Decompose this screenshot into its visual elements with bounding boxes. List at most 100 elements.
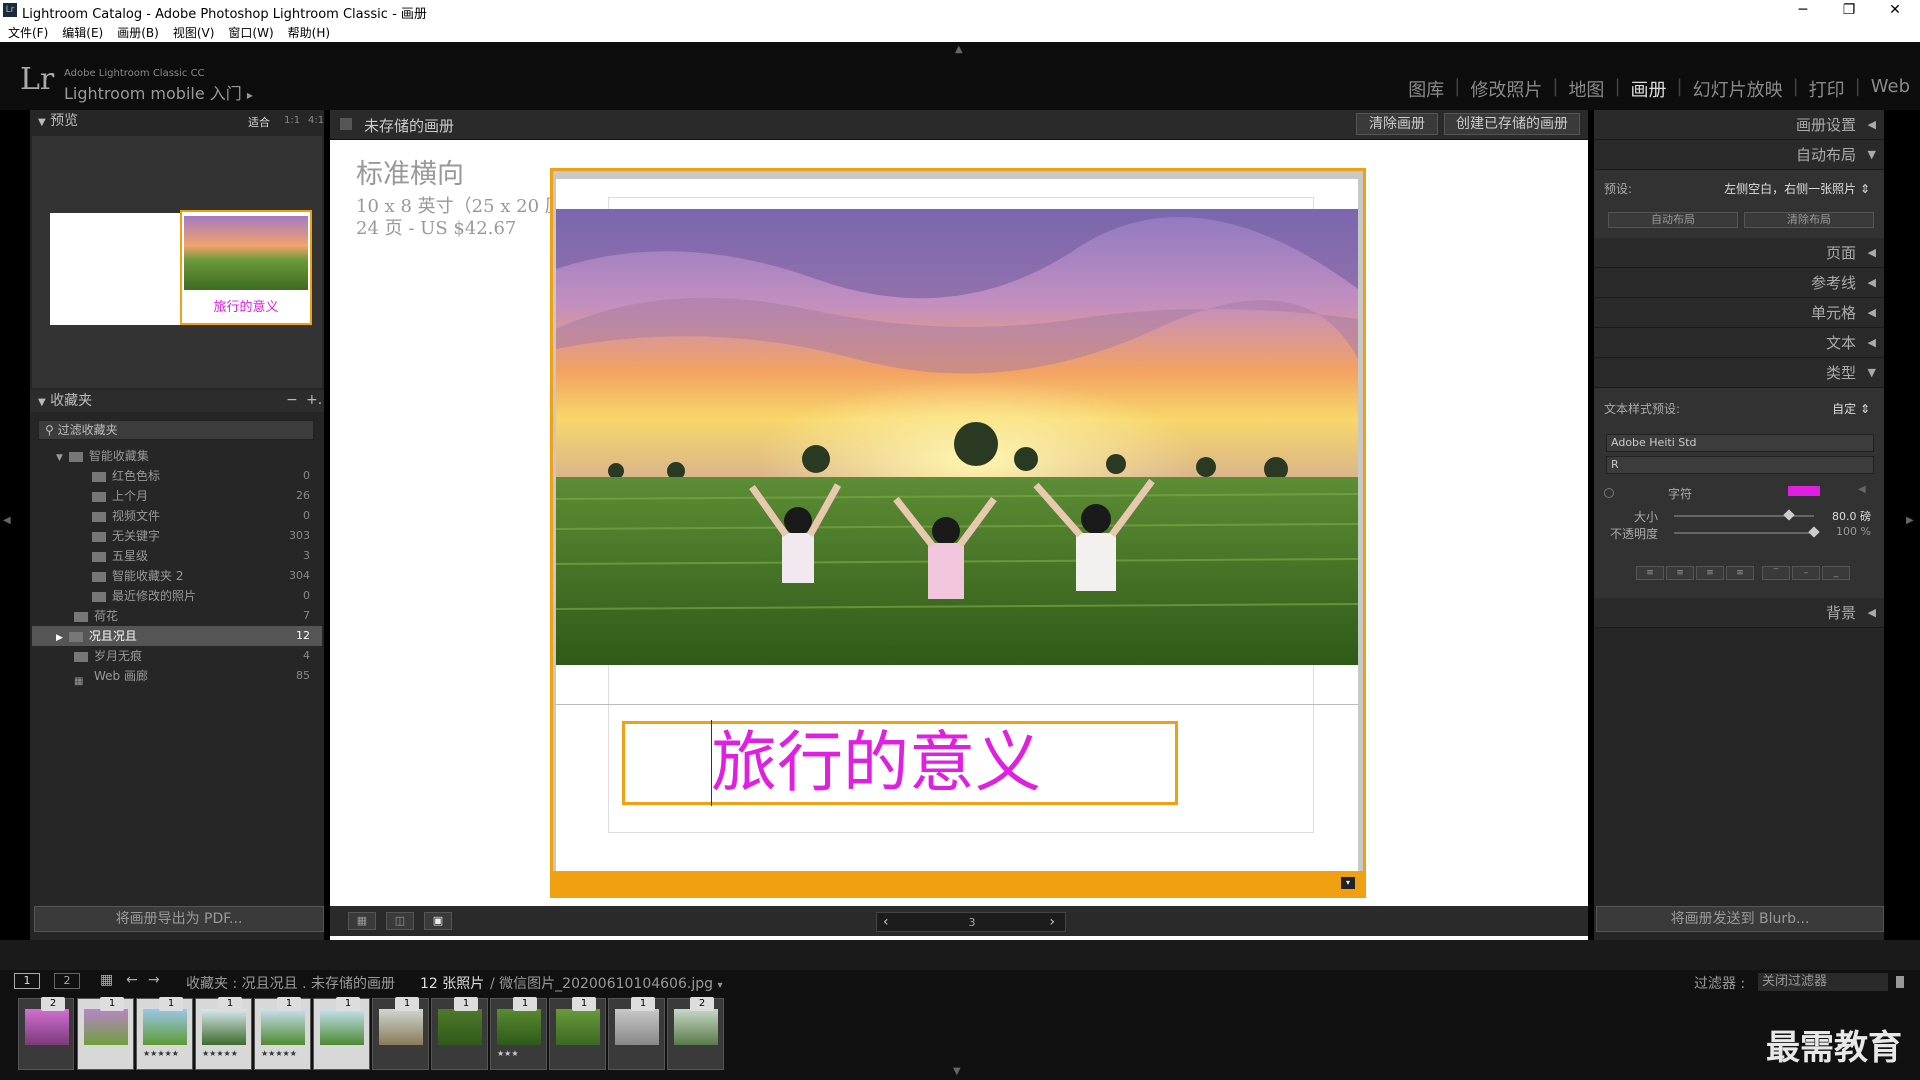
- send-blurb-button[interactable]: 将画册发送到 Blurb...: [1596, 906, 1884, 932]
- zoom-4-1[interactable]: 4:1: [308, 115, 324, 126]
- create-saved-book-button[interactable]: 创建已存储的画册: [1444, 113, 1580, 135]
- brand-mobile[interactable]: Lightroom mobile 入门 ▸: [64, 80, 253, 104]
- menu-view[interactable]: 视图(V): [173, 24, 215, 41]
- filmstrip-thumb[interactable]: 1: [549, 997, 606, 1070]
- filmstrip-thumb[interactable]: 1: [77, 997, 134, 1070]
- filmstrip-thumb[interactable]: 1: [372, 997, 429, 1070]
- background-header[interactable]: 背景 ◀: [1594, 598, 1884, 628]
- module-book[interactable]: 画册: [1631, 76, 1667, 102]
- maximize-button[interactable]: ❐: [1826, 0, 1872, 22]
- spread-view-icon[interactable]: ◫: [386, 912, 414, 930]
- module-print[interactable]: 打印: [1809, 76, 1845, 102]
- page-header[interactable]: 页面 ◀: [1594, 238, 1884, 268]
- clear-layout-button[interactable]: 清除布局: [1744, 212, 1874, 228]
- collapse-top-icon[interactable]: ▲: [955, 44, 963, 55]
- font-weight-select[interactable]: R: [1606, 456, 1874, 474]
- collection-item-years[interactable]: 岁月无痕 4: [32, 646, 322, 666]
- caption-text[interactable]: 旅行的意义: [711, 722, 1041, 804]
- opacity-slider[interactable]: [1674, 526, 1820, 538]
- align-justify-icon[interactable]: ≡: [1726, 566, 1754, 580]
- menu-book[interactable]: 画册(B): [117, 24, 159, 41]
- page-options-icon[interactable]: ▾: [1341, 877, 1355, 889]
- page-number[interactable]: 3: [877, 916, 1067, 929]
- module-map[interactable]: 地图: [1568, 76, 1604, 102]
- valign-top-icon[interactable]: ‾: [1762, 566, 1790, 580]
- page-photo[interactable]: [556, 209, 1358, 665]
- remove-collection-button[interactable]: −: [286, 392, 298, 408]
- collection-item-smart-set[interactable]: ▼ 智能收藏集: [32, 446, 322, 466]
- filmstrip-thumb[interactable]: 1: [608, 997, 665, 1070]
- window-2-button[interactable]: 2: [54, 973, 80, 989]
- align-left-icon[interactable]: ≡: [1636, 566, 1664, 580]
- target-icon[interactable]: [1604, 488, 1614, 498]
- collection-item-lotus[interactable]: 荷花 7: [32, 606, 322, 626]
- preset-select[interactable]: 左侧空白，右侧一张照片 ⇕: [1724, 180, 1870, 197]
- next-page-button[interactable]: ›: [1049, 914, 1055, 930]
- window-1-button[interactable]: 1: [14, 973, 40, 989]
- clear-book-button[interactable]: 清除画册: [1356, 113, 1438, 135]
- filmstrip-thumb[interactable]: 1 ★★★: [490, 997, 547, 1070]
- book-page-frame[interactable]: 旅行的意义 ▾: [550, 168, 1366, 898]
- auto-layout-button[interactable]: 自动布局: [1608, 212, 1738, 228]
- filter-lock-icon[interactable]: [1896, 976, 1904, 988]
- size-slider[interactable]: [1674, 509, 1814, 521]
- multi-page-view-icon[interactable]: ▦: [348, 912, 376, 930]
- filmstrip-thumb[interactable]: 1 ★★★★★: [136, 997, 193, 1070]
- export-pdf-button[interactable]: 将画册导出为 PDF...: [34, 906, 324, 932]
- preview-header[interactable]: ▼ 预览: [30, 110, 324, 132]
- source-path[interactable]: 收藏夹 : 况且况且 . 未存储的画册: [186, 973, 395, 993]
- filmstrip-thumb[interactable]: 2: [18, 997, 74, 1070]
- size-value[interactable]: 80.0 磅: [1832, 508, 1871, 524]
- current-file[interactable]: / 微信图片_20200610104606.jpg ▾: [490, 973, 722, 993]
- zoom-fit[interactable]: 适合: [248, 114, 270, 130]
- char-color-swatch[interactable]: [1788, 486, 1820, 496]
- caption-text-cell[interactable]: 旅行的意义: [622, 720, 1178, 806]
- close-button[interactable]: ✕: [1872, 0, 1918, 22]
- menu-file[interactable]: 文件(F): [8, 24, 48, 41]
- back-arrow-icon[interactable]: ←: [126, 972, 138, 988]
- collection-item-last-month[interactable]: 上个月 26: [32, 486, 322, 506]
- grid-icon[interactable]: ▦: [100, 972, 113, 988]
- forward-arrow-icon[interactable]: →: [148, 972, 160, 988]
- collection-item-no-keywords[interactable]: 无关键字 303: [32, 526, 322, 546]
- menu-edit[interactable]: 编辑(E): [62, 24, 103, 41]
- align-right-icon[interactable]: ≡: [1696, 566, 1724, 580]
- opacity-slider-thumb[interactable]: [1808, 526, 1820, 538]
- cell-header[interactable]: 单元格 ◀: [1594, 298, 1884, 328]
- module-slideshow[interactable]: 幻灯片放映: [1693, 76, 1783, 102]
- zoom-1-1[interactable]: 1:1: [284, 115, 300, 126]
- menu-help[interactable]: 帮助(H): [288, 24, 330, 41]
- minimize-button[interactable]: ─: [1780, 0, 1826, 22]
- guides-header[interactable]: 参考线 ◀: [1594, 268, 1884, 298]
- module-web[interactable]: Web: [1871, 76, 1910, 102]
- valign-bottom-icon[interactable]: _: [1822, 566, 1850, 580]
- size-slider-thumb[interactable]: [1783, 509, 1795, 521]
- collection-item-video[interactable]: 视频文件 0: [32, 506, 322, 526]
- module-library[interactable]: 图库: [1408, 76, 1444, 102]
- filter-collections-input[interactable]: ⚲ 过滤收藏夹: [38, 420, 314, 440]
- single-page-view-icon[interactable]: ▣: [424, 912, 452, 930]
- collection-item-selected[interactable]: ▶ 况且况且 12: [32, 626, 322, 646]
- filmstrip-thumb[interactable]: 1 ★★★★★: [195, 997, 252, 1070]
- opacity-value[interactable]: 100 %: [1836, 525, 1871, 538]
- add-collection-button[interactable]: +.: [306, 392, 322, 408]
- collapse-right-icon[interactable]: ▶: [1906, 515, 1914, 526]
- align-center-icon[interactable]: ≡: [1666, 566, 1694, 580]
- collection-item-recent[interactable]: 最近修改的照片 0: [32, 586, 322, 606]
- collection-item-smart-2[interactable]: 智能收藏夹 2 304: [32, 566, 322, 586]
- filter-select[interactable]: 关闭过滤器: [1758, 973, 1888, 991]
- auto-layout-header[interactable]: 自动布局 ▼: [1594, 140, 1884, 170]
- text-style-select[interactable]: 自定 ⇕: [1832, 400, 1870, 417]
- book-settings-header[interactable]: 画册设置 ◀: [1594, 110, 1884, 140]
- filmstrip-thumb[interactable]: 1: [431, 997, 488, 1070]
- filmstrip-thumb[interactable]: 1: [313, 997, 370, 1070]
- menu-window[interactable]: 窗口(W): [228, 24, 273, 41]
- type-header[interactable]: 类型 ▼: [1594, 358, 1884, 388]
- module-develop[interactable]: 修改照片: [1470, 76, 1542, 102]
- filmstrip-thumb[interactable]: 2: [667, 997, 724, 1070]
- collapse-bottom-icon[interactable]: ▼: [953, 1066, 961, 1077]
- text-header[interactable]: 文本 ◀: [1594, 328, 1884, 358]
- collapse-left-icon[interactable]: ◀: [3, 515, 11, 526]
- valign-middle-icon[interactable]: –: [1792, 566, 1820, 580]
- collection-item-web[interactable]: ▦ Web 画廊 85: [32, 666, 322, 687]
